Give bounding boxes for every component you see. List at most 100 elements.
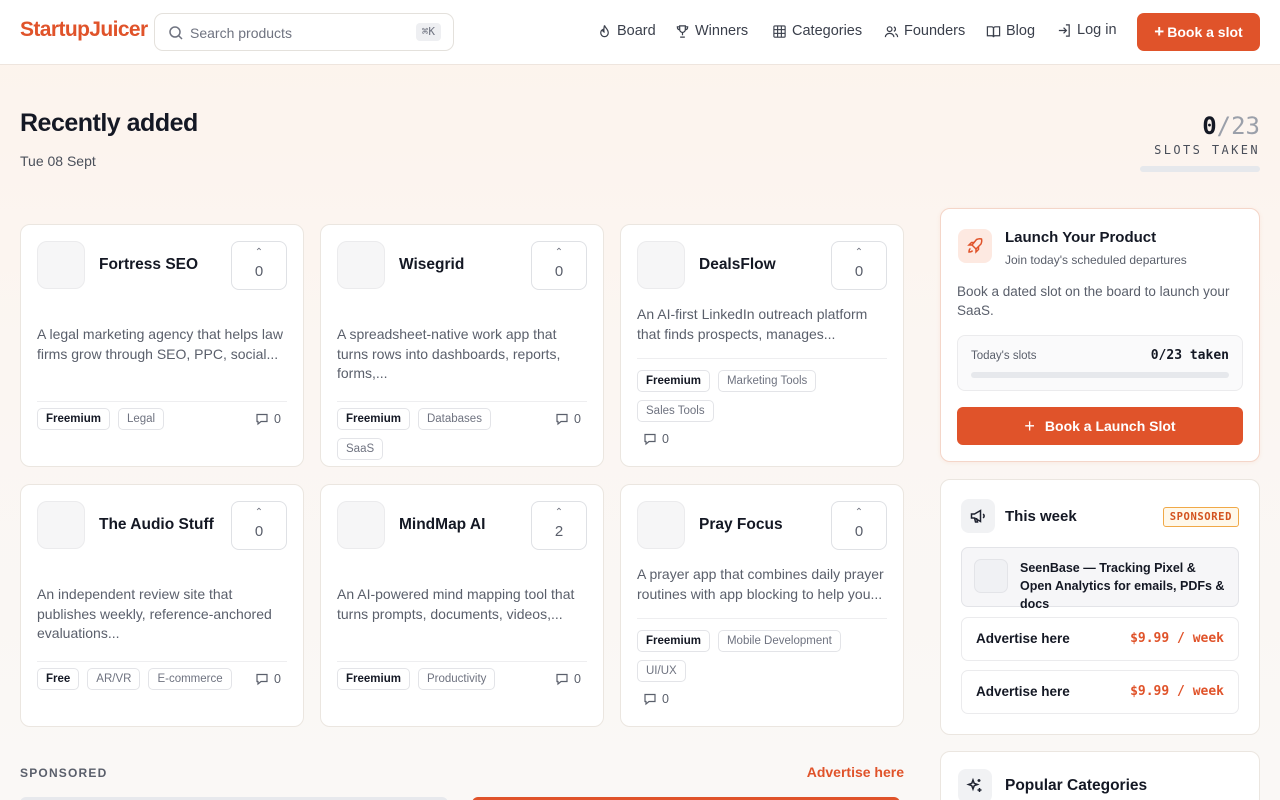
product-logo[interactable]	[337, 501, 385, 549]
product-card[interactable]: Fortress SEO ⌃ 0 A legal marketing agency t…	[20, 224, 304, 467]
product-description: An AI-first LinkedIn outreach platform t…	[637, 306, 868, 342]
this-week-title: This week	[1005, 508, 1077, 525]
rocket-icon	[967, 238, 983, 254]
megaphone-icon	[970, 509, 985, 523]
product-card[interactable]: Pray Focus ⌃ 0 A prayer app that combines d…	[620, 484, 904, 727]
upvote-count: 0	[554, 263, 564, 280]
category-tag[interactable]: Productivity	[417, 668, 496, 690]
advertise-slot-price: $9.99 / week	[1130, 631, 1224, 646]
product-card[interactable]: Wisegrid ⌃ 0 A spreadsheet-native work app …	[320, 224, 604, 467]
category-tag[interactable]: Legal	[117, 408, 165, 430]
todays-slots-label: Today's slots	[971, 350, 1037, 362]
nav-board[interactable]: Board	[597, 23, 656, 39]
upvote-icon: ⌃	[854, 507, 864, 518]
todays-slots-box: Today's slots 0/23 taken	[957, 335, 1243, 391]
pricing-tag[interactable]: Free	[37, 668, 80, 690]
comment-icon	[556, 673, 568, 686]
pricing-tag[interactable]: Freemium	[637, 630, 710, 652]
book-launch-slot-button[interactable]: + Book a Launch Slot	[957, 407, 1243, 445]
advertise-link[interactable]: Advertise here	[807, 764, 904, 780]
upvote-count: 0	[854, 523, 864, 540]
product-logo[interactable]	[637, 241, 685, 289]
product-name[interactable]: Fortress SEO	[99, 256, 198, 274]
search-input[interactable]: Search products ⌘K	[154, 13, 454, 51]
comments-number: 0	[662, 432, 669, 446]
plus-icon: +	[1154, 22, 1165, 41]
product-tags: Freemium Marketing Tools Sales Tools	[637, 370, 887, 422]
comments-count[interactable]: 0	[643, 432, 669, 446]
nav-categories[interactable]: Categories	[772, 23, 862, 39]
comments-count[interactable]: 0	[555, 672, 581, 686]
launch-title: Launch Your Product	[1005, 229, 1157, 246]
upvote-count: 0	[254, 523, 264, 540]
card-divider	[37, 661, 287, 662]
upvote-button[interactable]: ⌃ 0	[831, 241, 887, 290]
top-navigation-bar: StartupJuicer Search products ⌘K Board W…	[0, 0, 1280, 65]
upvote-button[interactable]: ⌃ 0	[831, 501, 887, 550]
category-tag[interactable]: SaaS	[337, 438, 384, 460]
nav-founders[interactable]: Founders	[884, 23, 965, 39]
product-name[interactable]: The Audio Stuff	[99, 516, 214, 534]
product-name[interactable]: Wisegrid	[399, 256, 464, 274]
pricing-tag[interactable]: Freemium	[37, 408, 110, 430]
product-description: A spreadsheet-native work app that turns…	[337, 326, 561, 381]
pricing-tag[interactable]: Freemium	[337, 408, 410, 430]
product-name[interactable]: MindMap AI	[399, 516, 485, 534]
category-tag[interactable]: UI/UX	[637, 660, 686, 682]
category-tag[interactable]: Databases	[417, 408, 491, 430]
product-name[interactable]: DealsFlow	[699, 256, 776, 274]
advertise-slot-label: Advertise here	[976, 684, 1070, 699]
product-logo[interactable]	[637, 501, 685, 549]
login-icon	[1058, 23, 1070, 37]
users-icon	[884, 25, 899, 37]
upvote-button[interactable]: ⌃ 0	[531, 241, 587, 290]
upvote-button[interactable]: ⌃ 0	[231, 501, 287, 550]
comments-count[interactable]: 0	[255, 412, 281, 426]
product-logo[interactable]	[37, 501, 85, 549]
upvote-button[interactable]: ⌃ 2	[531, 501, 587, 550]
comments-count[interactable]: 0	[643, 692, 669, 706]
product-card[interactable]: DealsFlow ⌃ 0 An AI-first LinkedIn outreach…	[620, 224, 904, 467]
product-logo[interactable]	[337, 241, 385, 289]
advertise-slot-label: Advertise here	[976, 631, 1070, 646]
product-tags: Free AR/VR E-commerce	[37, 668, 233, 690]
nav-blog[interactable]: Blog	[986, 23, 1035, 39]
slots-counter: 0/23	[1202, 112, 1260, 140]
product-name[interactable]: Pray Focus	[699, 516, 783, 534]
comment-icon	[644, 693, 656, 706]
card-divider	[637, 618, 887, 619]
upvote-count: 0	[254, 263, 264, 280]
upvote-icon: ⌃	[854, 247, 864, 258]
upvote-icon: ⌃	[254, 507, 264, 518]
product-description: An AI-powered mind mapping tool that tur…	[337, 586, 575, 622]
category-tag[interactable]: Marketing Tools	[717, 370, 817, 392]
book-slot-button[interactable]: + Book a slot	[1137, 13, 1260, 51]
comment-icon	[644, 433, 656, 446]
featured-sponsor-logo	[974, 559, 1008, 593]
nav-login[interactable]: Log in	[1057, 22, 1117, 38]
featured-sponsor[interactable]: SeenBase — Tracking Pixel & Open Analyti…	[961, 547, 1239, 611]
category-tag[interactable]: E-commerce	[148, 668, 232, 690]
advertise-slot-2[interactable]: Advertise here $9.99 / week	[961, 670, 1239, 714]
pricing-tag[interactable]: Freemium	[337, 668, 410, 690]
product-logo[interactable]	[37, 241, 85, 289]
comments-number: 0	[274, 412, 281, 426]
comments-count[interactable]: 0	[255, 672, 281, 686]
site-logo[interactable]: StartupJuicer	[20, 18, 148, 42]
pricing-tag[interactable]: Freemium	[637, 370, 710, 392]
product-card[interactable]: The Audio Stuff ⌃ 0 An independent review s…	[20, 484, 304, 727]
page-date: Tue 08 Sept	[20, 153, 96, 169]
launch-subtitle: Join today's scheduled departures	[1005, 253, 1187, 267]
slots-total: /23	[1216, 112, 1260, 140]
slots-taken: 0	[1202, 112, 1217, 140]
category-tag[interactable]: Sales Tools	[637, 400, 714, 422]
upvote-button[interactable]: ⌃ 0	[231, 241, 287, 290]
nav-winners[interactable]: Winners	[675, 23, 748, 39]
search-placeholder: Search products	[190, 25, 292, 41]
product-description: A legal marketing agency that helps law …	[37, 326, 283, 362]
comments-count[interactable]: 0	[555, 412, 581, 426]
advertise-slot-1[interactable]: Advertise here $9.99 / week	[961, 617, 1239, 661]
product-card[interactable]: MindMap AI ⌃ 2 An AI-powered mind mapping t…	[320, 484, 604, 727]
category-tag[interactable]: Mobile Development	[717, 630, 841, 652]
category-tag[interactable]: AR/VR	[87, 668, 141, 690]
